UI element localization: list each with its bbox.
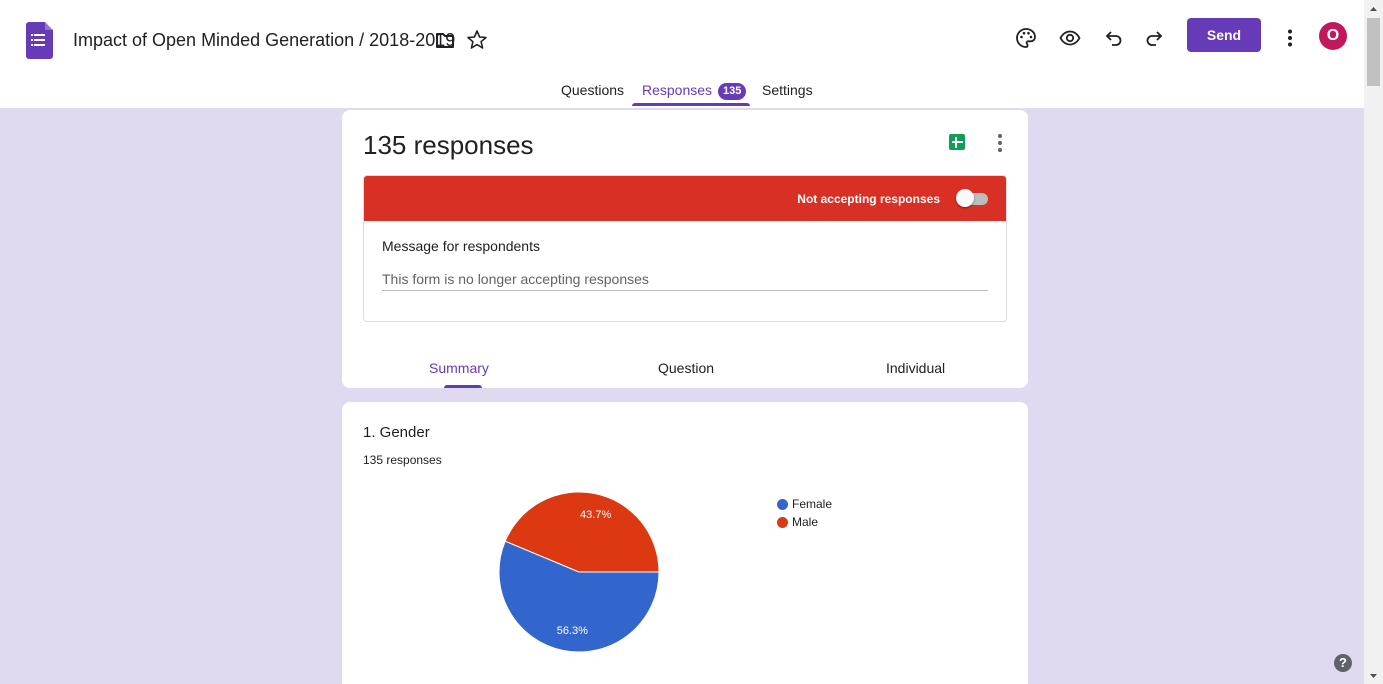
closed-form-panel: Not accepting responses Message for resp… [363,175,1007,322]
redo-icon[interactable] [1144,27,1166,49]
tab-questions-label: Questions [561,82,625,98]
help-icon[interactable]: ? [1334,654,1352,672]
summary-tab-indicator [444,385,482,388]
send-button[interactable]: Send [1187,18,1261,52]
palette-icon[interactable] [1015,27,1037,49]
responses-summary-card: 135 responses Not accepting responses Me… [342,110,1028,388]
tab-individual[interactable]: Individual [886,360,945,376]
pie-label-female: 56.3% [557,625,588,637]
app-header: Impact of Open Minded Generation / 2018-… [0,0,1364,108]
tab-summary[interactable]: Summary [429,360,489,376]
accepting-responses-toggle[interactable] [956,189,988,207]
responses-count-badge: 135 [718,83,747,100]
legend-label-female: Female [792,497,833,511]
scroll-down-icon[interactable] [1366,668,1381,683]
tab-responses-label: Responses [642,82,713,98]
active-tab-indicator [632,103,750,106]
eye-icon[interactable] [1059,27,1081,49]
gender-pie-chart: 56.3% 43.7% [498,491,660,653]
pie-label-male: 43.7% [580,509,611,521]
accepting-responses-bar: Not accepting responses [364,176,1006,221]
question-title: 1. Gender [363,424,430,441]
responses-count-title: 135 responses [363,130,534,160]
scrollbar-thumb[interactable] [1367,18,1380,86]
message-for-respondents-input[interactable] [382,268,988,291]
forms-app-icon[interactable] [26,22,53,59]
legend-label-male: Male [792,515,819,529]
legend-swatch-male [777,517,788,528]
document-title[interactable]: Impact of Open Minded Generation / 2018-… [73,30,455,51]
tab-settings-label: Settings [762,82,813,98]
sheets-icon[interactable] [949,134,965,150]
more-vert-icon[interactable] [998,134,1002,152]
page-scrollbar[interactable] [1364,0,1383,684]
message-for-respondents-label: Message for respondents [382,238,540,254]
more-vert-icon[interactable] [1279,27,1301,49]
legend-swatch-female [777,499,788,510]
tab-settings[interactable]: Settings [762,82,813,98]
undo-icon[interactable] [1102,27,1124,49]
tab-questions[interactable]: Questions [561,82,624,98]
scroll-up-icon[interactable] [1366,2,1381,17]
tab-question[interactable]: Question [658,360,714,376]
tab-responses[interactable]: Responses 135 [642,82,747,100]
accepting-responses-status: Not accepting responses [797,192,940,206]
responses-page: 135 responses Not accepting responses Me… [0,108,1364,684]
question-response-count: 135 responses [363,453,442,467]
star-icon[interactable] [466,29,488,51]
folder-icon[interactable] [434,29,456,51]
account-avatar[interactable]: O [1319,22,1347,50]
question-summary-card: 1. Gender 135 responses 56.3% 43.7% Femal… [342,402,1028,684]
